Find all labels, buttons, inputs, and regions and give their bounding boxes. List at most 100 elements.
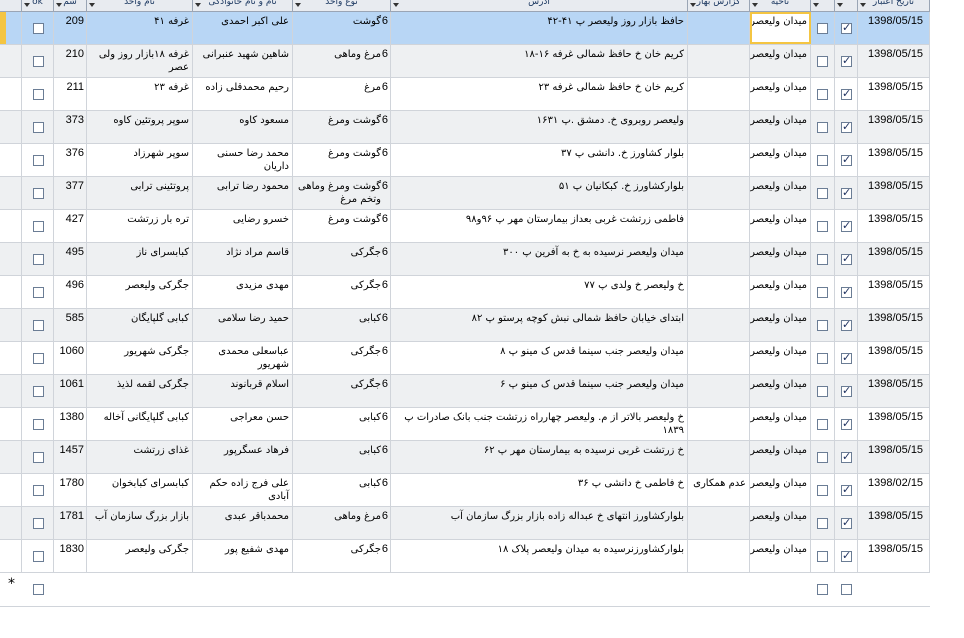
address-cell[interactable]: کریم خان خ حافظ شمالی غرفه ۲۳ (391, 78, 688, 110)
address-cell[interactable]: خ ولیعصر خ ولدی پ ۷۷ (391, 276, 688, 308)
row-selector[interactable] (0, 408, 22, 440)
owner-name-cell[interactable]: حمید رضا سلامی (193, 309, 293, 341)
table-row[interactable]: 427 تره بار زرتشت خسرو رضایی گوشت ومرغ 6 فاطم… (0, 210, 930, 243)
unit-type-code-cell[interactable]: 6 (372, 144, 391, 176)
validity-date-cell[interactable]: 1398/05/15 (858, 45, 930, 77)
row-selector[interactable] (0, 309, 22, 341)
area-cell[interactable]: میدان ولیعصر (750, 12, 811, 44)
validity-date-cell[interactable]: 1398/05/15 (858, 408, 930, 440)
active-checkbox[interactable] (841, 516, 852, 529)
unit-type-cell[interactable]: گوشت (293, 12, 384, 44)
unit-name-cell[interactable]: جگرکی ولیعصر (87, 540, 193, 572)
record-number-cell[interactable]: 210 (54, 45, 87, 77)
report-cell[interactable] (688, 309, 750, 341)
table-row[interactable]: 209 غرفه ۴۱ علی اکبر احمدی گوشت 6 حافظ بازار … (0, 12, 930, 45)
address-cell[interactable]: ابتدای خیابان حافظ شمالی نبش کوچه پرستو … (391, 309, 688, 341)
table-row[interactable]: 377 پروتئینی ترابی محمود رضا ترابی گوشت ومر… (0, 177, 930, 210)
row-selector[interactable] (0, 441, 22, 473)
unit-name-cell[interactable]: جگرکی ولیعصر (87, 276, 193, 308)
flag-checkbox[interactable] (817, 89, 828, 100)
unit-type-code-cell[interactable]: 6 (372, 540, 391, 572)
report-cell[interactable] (688, 507, 750, 539)
active-checkbox[interactable] (841, 252, 852, 265)
ok-checkbox[interactable] (33, 221, 44, 232)
unit-type-cell[interactable]: جگرکی (293, 276, 384, 308)
report-cell[interactable] (688, 45, 750, 77)
unit-name-cell[interactable]: پروتئینی ترابی (87, 177, 193, 209)
address-cell[interactable]: فاطمی زرتشت غربی بعداز بیمارستان مهر پ ۹… (391, 210, 688, 242)
header-shomare[interactable]: شم (54, 0, 87, 11)
flag-checkbox[interactable] (817, 452, 828, 463)
active-checkbox[interactable] (841, 584, 852, 595)
active-checkbox[interactable] (841, 351, 852, 364)
ok-checkbox[interactable] (33, 518, 44, 529)
report-cell[interactable] (688, 111, 750, 143)
unit-name-cell[interactable]: سوپر شهرزاد (87, 144, 193, 176)
active-checkbox[interactable] (841, 186, 852, 199)
area-cell[interactable]: میدان ولیعصر (750, 144, 811, 176)
new-record-row[interactable]: * (0, 573, 930, 607)
unit-type-code-cell[interactable]: 6 (372, 177, 391, 209)
row-selector[interactable] (0, 507, 22, 539)
row-selector[interactable] (0, 78, 22, 110)
report-cell[interactable] (688, 276, 750, 308)
header-gozaresh[interactable]: گزارش بهار (688, 0, 750, 11)
area-cell[interactable]: میدان ولیعصر (750, 375, 811, 407)
validity-date-cell[interactable]: 1398/02/15 (858, 474, 930, 506)
validity-date-cell[interactable]: 1398/05/15 (858, 210, 930, 242)
validity-date-cell[interactable]: 1398/05/15 (858, 243, 930, 275)
owner-name-cell[interactable]: خسرو رضایی (193, 210, 293, 242)
address-cell[interactable]: بلوارکشاورز انتهای خ عبداله زاده بازار ب… (391, 507, 688, 539)
record-number-cell[interactable]: 495 (54, 243, 87, 275)
area-cell[interactable]: میدان ولیعصر (750, 540, 811, 572)
report-cell[interactable] (688, 375, 750, 407)
ok-checkbox[interactable] (33, 122, 44, 133)
unit-type-code-cell[interactable]: 6 (372, 507, 391, 539)
report-cell[interactable] (688, 144, 750, 176)
owner-name-cell[interactable]: رحیم محمدقلی زاده (193, 78, 293, 110)
flag-checkbox[interactable] (817, 386, 828, 397)
ok-checkbox[interactable] (33, 584, 44, 595)
unit-type-cell[interactable]: کبابی (293, 309, 384, 341)
validity-date-cell[interactable]: 1398/05/15 (858, 111, 930, 143)
report-cell[interactable] (688, 342, 750, 374)
address-cell[interactable]: ولیعصر روبروی خ. دمشق .پ ۱۶۳۱ (391, 111, 688, 143)
unit-type-code-cell[interactable]: 6 (372, 342, 391, 374)
ok-checkbox[interactable] (33, 386, 44, 397)
unit-type-cell[interactable]: کبابی (293, 408, 384, 440)
ok-checkbox[interactable] (33, 89, 44, 100)
record-number-cell[interactable]: 1380 (54, 408, 87, 440)
flag-checkbox[interactable] (817, 56, 828, 67)
ok-checkbox[interactable] (33, 320, 44, 331)
row-selector[interactable] (0, 474, 22, 506)
header-no-vahed[interactable]: نوع واحد (293, 0, 391, 11)
area-cell[interactable]: میدان ولیعصر (750, 210, 811, 242)
unit-type-code-cell[interactable]: 6 (372, 408, 391, 440)
record-number-cell[interactable]: 1781 (54, 507, 87, 539)
table-row[interactable]: 1781 بازار بزرگ سازمان آب محمدباقر عبدی مرغ… (0, 507, 930, 540)
select-all-corner[interactable] (0, 0, 22, 11)
ok-checkbox[interactable] (33, 419, 44, 430)
unit-type-cell[interactable]: مرغ وماهی (293, 45, 384, 77)
record-number-cell[interactable]: 209 (54, 12, 87, 44)
owner-name-cell[interactable]: اسلام قربانوند (193, 375, 293, 407)
area-cell[interactable]: میدان ولیعصر (750, 507, 811, 539)
active-checkbox[interactable] (841, 384, 852, 397)
address-cell[interactable]: میدان ولیعصر نرسیده به خ به آفرین پ ۳۰۰ (391, 243, 688, 275)
row-selector[interactable] (0, 276, 22, 308)
area-cell[interactable]: میدان ولیعصر (750, 408, 811, 440)
unit-type-code-cell[interactable]: 6 (372, 12, 391, 44)
flag-checkbox[interactable] (817, 188, 828, 199)
unit-type-cell[interactable]: گوشت ومرغ وماهی وتخم مرغ (293, 177, 384, 209)
header-nam-vahed[interactable]: نام واحد (87, 0, 193, 11)
active-checkbox[interactable] (841, 549, 852, 562)
report-cell[interactable] (688, 210, 750, 242)
table-row[interactable]: 376 سوپر شهرزاد محمد رضا حسنی داریان گوشت و… (0, 144, 930, 177)
unit-type-cell[interactable]: جگرکی (293, 375, 384, 407)
flag-checkbox[interactable] (817, 584, 828, 595)
report-cell[interactable] (688, 78, 750, 110)
header-flag-1[interactable] (811, 0, 835, 11)
area-cell[interactable]: میدان ولیعصر (750, 441, 811, 473)
ok-checkbox[interactable] (33, 287, 44, 298)
unit-type-code-cell[interactable]: 6 (372, 309, 391, 341)
